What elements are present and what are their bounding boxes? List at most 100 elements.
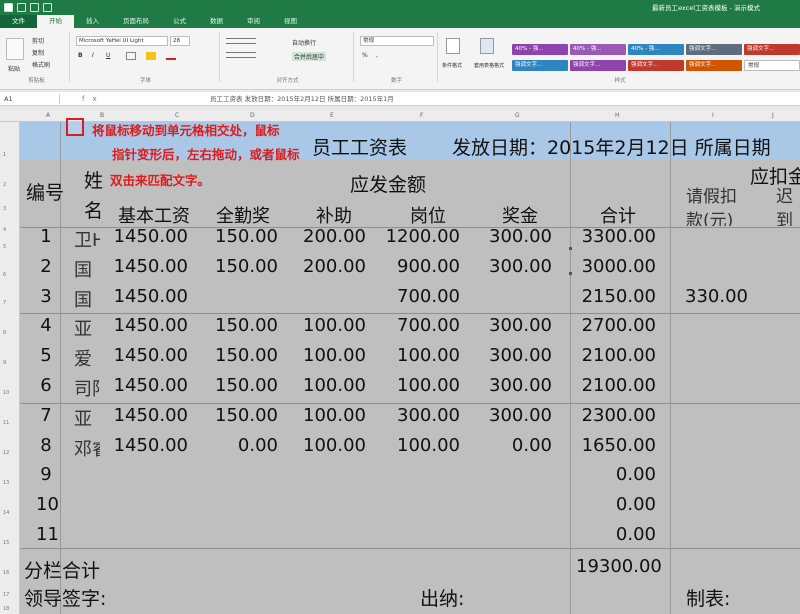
cell-name[interactable]: 亚 bbox=[74, 315, 100, 341]
fx-icon[interactable]: fx bbox=[82, 93, 152, 105]
row-header-1[interactable]: 1 bbox=[3, 152, 6, 158]
cell-name[interactable]: 邓睿 bbox=[74, 435, 100, 461]
copy-button[interactable]: 复制 bbox=[32, 48, 44, 57]
cell-position[interactable]: 900.00 bbox=[397, 256, 460, 277]
cell-bonus[interactable]: 300.00 bbox=[489, 375, 552, 396]
cell-attendance-bonus[interactable]: 150.00 bbox=[215, 375, 278, 396]
cell-allowance[interactable]: 100.00 bbox=[303, 315, 366, 336]
cell-position[interactable]: 700.00 bbox=[397, 286, 460, 307]
font-size-select[interactable]: 28 bbox=[170, 36, 190, 46]
cell-leave-deduction[interactable]: 330.00 bbox=[685, 286, 748, 307]
cell-bonus[interactable]: 0.00 bbox=[512, 435, 552, 456]
row-header-5[interactable]: 5 bbox=[3, 244, 6, 250]
cell-bonus[interactable]: 300.00 bbox=[489, 315, 552, 336]
row-header-9[interactable]: 9 bbox=[3, 360, 6, 366]
cell-number[interactable]: 1 bbox=[36, 226, 56, 247]
row-header-15[interactable]: 15 bbox=[3, 540, 9, 546]
cell-total[interactable]: 1650.00 bbox=[582, 435, 656, 456]
row-header-14[interactable]: 14 bbox=[3, 510, 9, 516]
cell-style-1[interactable]: 40% - 强... bbox=[512, 44, 568, 55]
tab-review[interactable]: 审阅 bbox=[235, 15, 272, 28]
row-header-7[interactable]: 7 bbox=[3, 300, 6, 306]
subtotal-value[interactable]: 19300.00 bbox=[576, 556, 662, 577]
cell-total[interactable]: 0.00 bbox=[616, 524, 656, 545]
cell-name[interactable]: 国 bbox=[74, 286, 100, 312]
conditional-format-icon[interactable] bbox=[446, 38, 460, 54]
cell-style-3[interactable]: 40% - 强... bbox=[628, 44, 684, 55]
underline-button[interactable]: U bbox=[106, 52, 110, 59]
cell-attendance-bonus[interactable]: 150.00 bbox=[215, 226, 278, 247]
cell-number[interactable]: 11 bbox=[36, 524, 59, 545]
cell-position[interactable]: 100.00 bbox=[397, 435, 460, 456]
cell-style-5[interactable]: 强调文字... bbox=[744, 44, 800, 55]
cell-attendance-bonus[interactable]: 0.00 bbox=[238, 435, 278, 456]
cell-number[interactable]: 8 bbox=[36, 435, 56, 456]
border-icon[interactable] bbox=[126, 52, 136, 60]
cell-total[interactable]: 2100.00 bbox=[582, 345, 656, 366]
formula-input[interactable]: 员工工资表 发放日期：2015年2月12日 所属日期：2015年1月 bbox=[210, 94, 394, 104]
cell-attendance-bonus[interactable]: 150.00 bbox=[215, 345, 278, 366]
cell-base-salary[interactable]: 1450.00 bbox=[114, 345, 188, 366]
tab-home[interactable]: 开始 bbox=[37, 15, 74, 28]
cell-style-4[interactable]: 强调文字... bbox=[686, 44, 742, 55]
cell-allowance[interactable]: 200.00 bbox=[303, 256, 366, 277]
row-header-11[interactable]: 11 bbox=[3, 420, 9, 426]
tab-formulas[interactable]: 公式 bbox=[161, 15, 198, 28]
cell-attendance-bonus[interactable]: 150.00 bbox=[215, 256, 278, 277]
percent-button[interactable]: % bbox=[362, 52, 368, 59]
cell-position[interactable]: 700.00 bbox=[397, 315, 460, 336]
format-painter-button[interactable]: 格式刷 bbox=[32, 60, 50, 69]
cell-position[interactable]: 100.00 bbox=[397, 345, 460, 366]
name-box[interactable]: A1 bbox=[2, 94, 60, 104]
cell-number[interactable]: 7 bbox=[36, 405, 56, 426]
row-header-16[interactable]: 16 bbox=[3, 570, 9, 576]
table-format-button[interactable]: 套用表格格式 bbox=[474, 62, 504, 69]
cell-bonus[interactable]: 300.00 bbox=[489, 256, 552, 277]
cell-number[interactable]: 5 bbox=[36, 345, 56, 366]
cell-attendance-bonus[interactable]: 150.00 bbox=[215, 405, 278, 426]
cell-total[interactable]: 0.00 bbox=[616, 464, 656, 485]
cell-name[interactable]: 司阳 bbox=[74, 375, 100, 401]
cell-base-salary[interactable]: 1450.00 bbox=[114, 375, 188, 396]
cell-name[interactable]: 亚 bbox=[74, 405, 100, 431]
cell-position[interactable]: 100.00 bbox=[397, 375, 460, 396]
cell-base-salary[interactable]: 1450.00 bbox=[114, 226, 188, 247]
number-format-select[interactable]: 常规 bbox=[360, 36, 434, 46]
bold-button[interactable]: B bbox=[78, 52, 83, 59]
column-header-a[interactable]: A bbox=[46, 110, 50, 122]
cell-style-10[interactable]: 常规 bbox=[744, 60, 800, 71]
cell-number[interactable]: 9 bbox=[36, 464, 56, 485]
tab-data[interactable]: 数据 bbox=[198, 15, 235, 28]
cell-total[interactable]: 2150.00 bbox=[582, 286, 656, 307]
undo-icon[interactable] bbox=[30, 2, 39, 12]
paste-button[interactable]: 粘贴 bbox=[8, 64, 20, 73]
merge-center-button[interactable]: 合并后居中 bbox=[292, 52, 327, 61]
cell-bonus[interactable]: 300.00 bbox=[489, 405, 552, 426]
cell-total[interactable]: 0.00 bbox=[616, 494, 656, 515]
column-header-h[interactable]: H bbox=[615, 110, 620, 122]
column-header-e[interactable]: E bbox=[330, 110, 334, 122]
tab-insert[interactable]: 插入 bbox=[74, 15, 111, 28]
cell-position[interactable]: 300.00 bbox=[397, 405, 460, 426]
cell-allowance[interactable]: 100.00 bbox=[303, 435, 366, 456]
cell-attendance-bonus[interactable]: 150.00 bbox=[215, 315, 278, 336]
cell-total[interactable]: 3300.00 bbox=[582, 226, 656, 247]
fill-color-icon[interactable] bbox=[146, 52, 156, 60]
row-header-18[interactable]: 18 bbox=[3, 606, 9, 612]
cell-allowance[interactable]: 100.00 bbox=[303, 345, 366, 366]
cell-position[interactable]: 1200.00 bbox=[386, 226, 460, 247]
tab-file[interactable]: 文件 bbox=[0, 15, 37, 28]
tab-page-layout[interactable]: 页面布局 bbox=[111, 15, 161, 28]
font-name-select[interactable]: Microsoft YaHei UI Light bbox=[76, 36, 168, 46]
row-header-12[interactable]: 12 bbox=[3, 450, 9, 456]
worksheet[interactable]: 员工工资表 发放日期：2015年2月12日 所属日期 将鼠标移动到单元格相交处，… bbox=[20, 118, 800, 614]
cell-total[interactable]: 2700.00 bbox=[582, 315, 656, 336]
wrap-text-button[interactable]: 自动换行 bbox=[292, 38, 316, 47]
cell-style-2[interactable]: 40% - 强... bbox=[570, 44, 626, 55]
cell-style-9[interactable]: 强调文字... bbox=[686, 60, 742, 71]
cell-bonus[interactable]: 300.00 bbox=[489, 226, 552, 247]
cell-number[interactable]: 2 bbox=[36, 256, 56, 277]
italic-button[interactable]: I bbox=[92, 52, 94, 59]
row-header-2[interactable]: 2 bbox=[3, 182, 6, 188]
cell-total[interactable]: 2300.00 bbox=[582, 405, 656, 426]
